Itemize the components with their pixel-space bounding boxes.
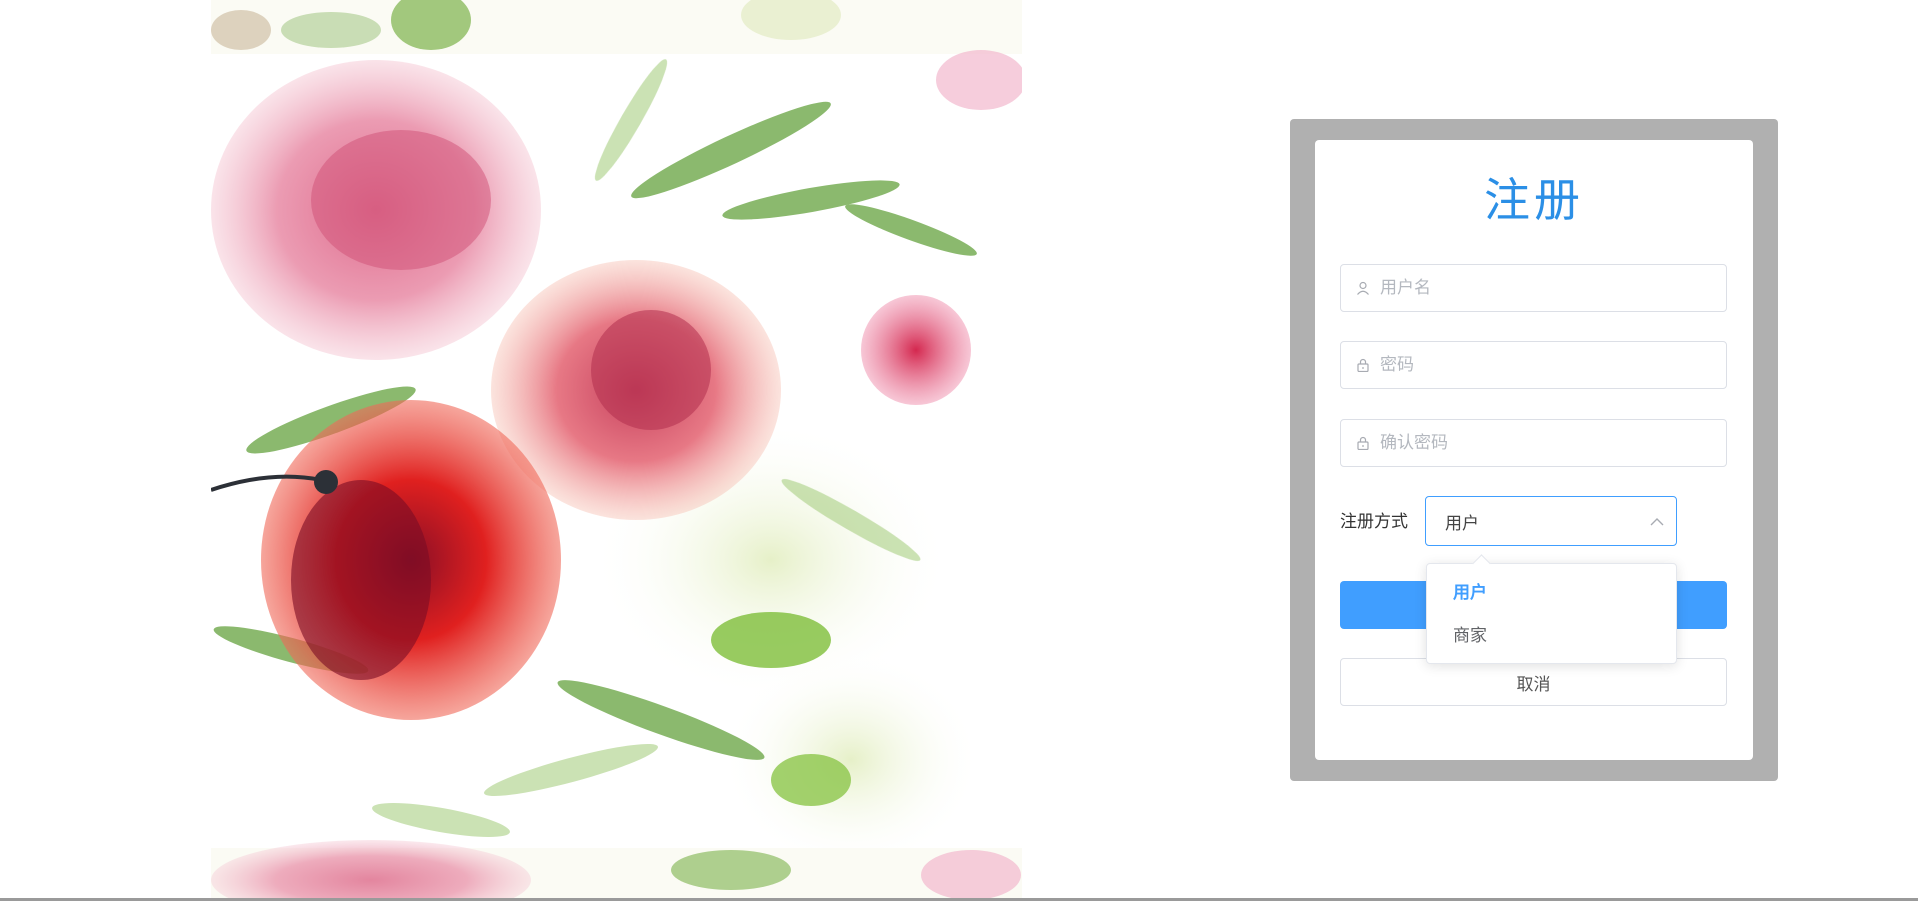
password-input[interactable]: [1378, 341, 1726, 389]
dropdown-option-user[interactable]: 用户: [1427, 572, 1676, 615]
confirm-password-field[interactable]: [1340, 419, 1727, 467]
register-form: 注册 用户名 注册方式 用户 取消: [1315, 140, 1753, 760]
register-mode-dropdown: 用户 商家: [1426, 554, 1677, 664]
lock-icon: [1356, 358, 1370, 372]
confirm-password-input[interactable]: [1378, 419, 1726, 467]
register-mode-value: 用户: [1445, 513, 1479, 534]
register-mode-select[interactable]: 用户: [1425, 496, 1677, 546]
lock-icon: [1356, 436, 1370, 450]
username-input[interactable]: [1378, 264, 1726, 312]
password-field[interactable]: [1340, 341, 1727, 389]
register-page: 注册 用户名 注册方式 用户 取消 用户 商家: [0, 0, 1918, 901]
username-field[interactable]: [1340, 264, 1727, 312]
page-title: 注册: [1484, 173, 1584, 227]
cancel-button[interactable]: 取消: [1340, 658, 1727, 706]
dropdown-option-merchant[interactable]: 商家: [1427, 615, 1676, 658]
chevron-up-icon: [1650, 512, 1664, 531]
register-mode-label: 注册方式: [1340, 512, 1408, 532]
floral-background-image: [211, 0, 1022, 901]
user-icon: [1356, 281, 1370, 295]
